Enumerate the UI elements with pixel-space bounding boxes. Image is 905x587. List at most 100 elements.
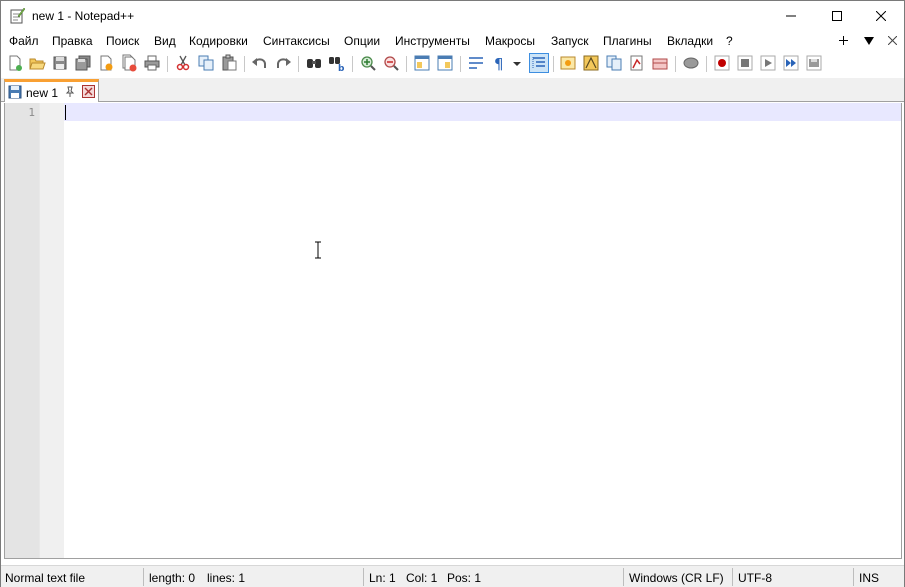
status-ln: Ln: 1 <box>369 571 396 585</box>
menu-window[interactable]: Вкладки <box>667 34 713 48</box>
tab-bar: new 1 <box>1 78 904 102</box>
dropdown-arrow-icon[interactable] <box>511 54 523 72</box>
plus-icon[interactable] <box>839 36 848 45</box>
copy-icon[interactable] <box>197 54 215 72</box>
menu-macro[interactable]: Макросы <box>485 34 535 48</box>
status-lines: lines: 1 <box>207 571 246 585</box>
menu-view[interactable]: Вид <box>154 34 176 48</box>
zoom-out-icon[interactable] <box>382 54 400 72</box>
folder-icon[interactable] <box>682 54 700 72</box>
menu-plugins[interactable]: Плагины <box>603 34 652 48</box>
menu-bar: Файл Правка Поиск Вид Кодировки Синтакси… <box>1 32 904 51</box>
save-icon <box>8 85 22 99</box>
svg-text:b: b <box>338 64 345 72</box>
menu-settings[interactable]: Опции <box>344 34 380 48</box>
print-icon[interactable] <box>143 54 161 72</box>
record-macro-icon[interactable] <box>713 54 731 72</box>
zoom-in-icon[interactable] <box>359 54 377 72</box>
indent-guide-icon[interactable] <box>529 53 549 73</box>
menu-tools[interactable]: Инструменты <box>395 34 470 48</box>
doc-map-icon[interactable] <box>582 54 600 72</box>
menu-run[interactable]: Запуск <box>551 34 589 48</box>
status-separator <box>363 568 364 586</box>
status-eol[interactable]: Windows (CR LF) <box>629 571 724 585</box>
function-list-icon[interactable] <box>605 54 623 72</box>
line-number: 1 <box>28 106 35 119</box>
toolbar-separator <box>167 56 168 72</box>
cut-icon[interactable] <box>174 54 192 72</box>
status-separator <box>853 568 854 586</box>
close-icon <box>876 11 886 21</box>
status-length: length: 0 <box>149 571 196 585</box>
redo-icon[interactable] <box>274 54 292 72</box>
toolbar-separator <box>675 56 676 72</box>
title-bar[interactable]: new 1 - Notepad++ <box>1 1 904 31</box>
close-button[interactable] <box>858 1 904 31</box>
notepadpp-window: new 1 - Notepad++ Файл Правка Поиск Вид … <box>0 0 905 587</box>
save-macro-icon[interactable] <box>805 54 823 72</box>
menu-language[interactable]: Синтаксисы <box>263 34 330 48</box>
folder-as-workspace-icon[interactable] <box>559 54 577 72</box>
menu-encoding[interactable]: Кодировки <box>189 34 248 48</box>
save-icon[interactable] <box>51 54 69 72</box>
minimize-button[interactable] <box>768 1 814 31</box>
toolbar-separator <box>406 56 407 72</box>
pin-icon[interactable] <box>64 86 76 98</box>
status-separator <box>623 568 624 586</box>
close-tab-icon[interactable] <box>82 85 95 98</box>
toolbar-separator <box>460 56 461 72</box>
toolbar-separator <box>706 56 707 72</box>
status-separator <box>143 568 144 586</box>
notepad-icon <box>10 7 25 24</box>
play-macro-icon[interactable] <box>759 54 777 72</box>
status-bar: Normal text file length: 0 lines: 1 Ln: … <box>1 565 904 587</box>
svg-text:¶: ¶ <box>494 55 504 72</box>
toolbar: b ¶ <box>1 52 904 76</box>
tab-new-1[interactable]: new 1 <box>4 79 99 102</box>
close-all-icon[interactable] <box>120 54 138 72</box>
stop-macro-icon[interactable] <box>736 54 754 72</box>
editor-area[interactable]: 1 <box>4 103 902 559</box>
status-insert-mode[interactable]: INS <box>859 571 879 585</box>
window-title: new 1 - Notepad++ <box>32 9 135 23</box>
maximize-icon <box>832 11 842 21</box>
status-pos: Pos: 1 <box>447 571 482 585</box>
toolbar-separator <box>553 56 554 72</box>
show-all-chars-icon[interactable]: ¶ <box>490 54 508 72</box>
close-doc-icon[interactable] <box>888 36 897 45</box>
new-file-icon[interactable] <box>6 54 24 72</box>
fold-margin[interactable] <box>39 103 64 558</box>
current-line-highlight <box>64 103 901 121</box>
dropdown-arrow-icon[interactable] <box>864 37 874 45</box>
doc-list-icon[interactable] <box>628 54 646 72</box>
status-encoding[interactable]: UTF-8 <box>738 571 772 585</box>
status-separator <box>732 568 733 586</box>
sync-vertical-icon[interactable] <box>413 54 431 72</box>
menu-file[interactable]: Файл <box>9 34 39 48</box>
menu-edit[interactable]: Правка <box>52 34 93 48</box>
status-file-type: Normal text file <box>5 571 86 585</box>
text-caret <box>65 105 66 120</box>
line-number-margin[interactable]: 1 <box>5 103 39 558</box>
replace-icon[interactable]: b <box>328 54 346 72</box>
open-file-icon[interactable] <box>28 54 46 72</box>
menu-help[interactable]: ? <box>726 34 733 48</box>
ibeam-cursor-icon <box>315 241 321 259</box>
sync-horizontal-icon[interactable] <box>436 54 454 72</box>
word-wrap-icon[interactable] <box>467 54 485 72</box>
find-icon[interactable] <box>305 54 323 72</box>
maximize-button[interactable] <box>814 1 860 31</box>
toolbar-separator <box>298 56 299 72</box>
close-icon[interactable] <box>97 54 115 72</box>
run-macro-multiple-icon[interactable] <box>782 54 800 72</box>
monitoring-icon[interactable] <box>651 54 669 72</box>
undo-icon[interactable] <box>251 54 269 72</box>
status-col: Col: 1 <box>406 571 438 585</box>
menu-search[interactable]: Поиск <box>106 34 139 48</box>
save-all-icon[interactable] <box>74 54 92 72</box>
toolbar-separator <box>244 56 245 72</box>
paste-icon[interactable] <box>220 54 238 72</box>
tab-label: new 1 <box>26 86 59 100</box>
minimize-icon <box>786 15 796 17</box>
toolbar-separator <box>352 56 353 72</box>
